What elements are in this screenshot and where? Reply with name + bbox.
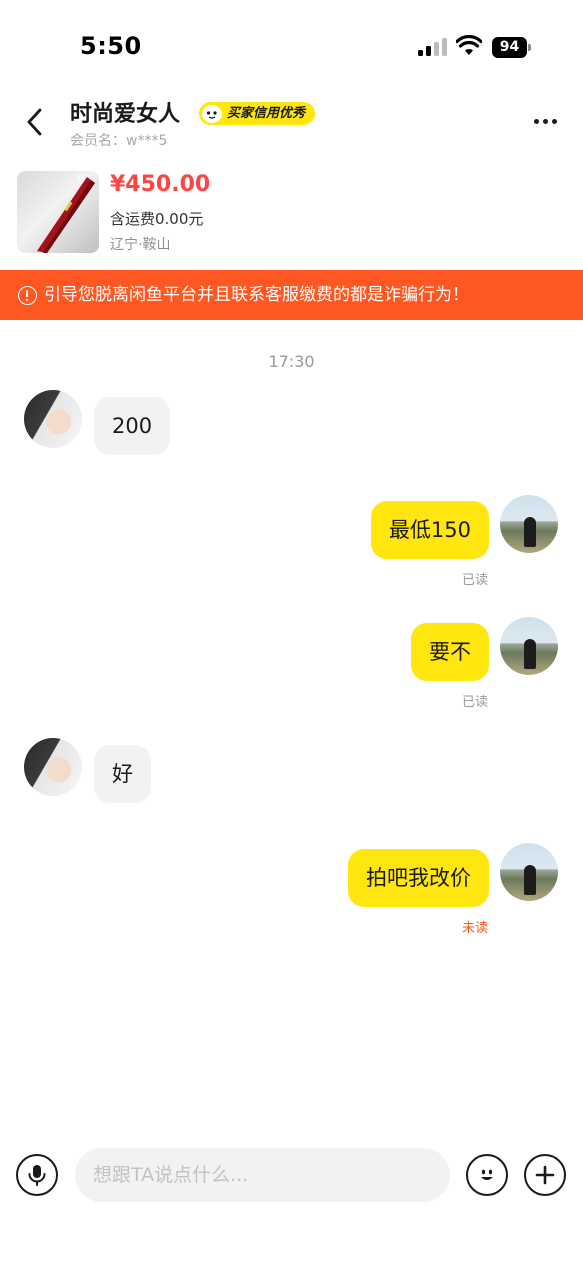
chat-header: 时尚爱女人 买家信用优秀 会员名：w***5 (0, 90, 583, 160)
credit-badge-label: 买家信用优秀 (227, 106, 306, 121)
battery-icon: 94 (492, 37, 532, 58)
product-thumbnail[interactable] (17, 171, 99, 253)
more-icon (533, 118, 557, 124)
avatar[interactable] (500, 843, 558, 901)
battery-level: 94 (492, 37, 527, 58)
mic-icon (28, 1165, 46, 1186)
product-price: ¥450.00 (110, 172, 211, 197)
avatar[interactable] (24, 390, 82, 448)
emoji-icon (481, 1169, 493, 1180)
avatar[interactable] (500, 617, 558, 675)
wifi-icon (455, 34, 483, 57)
more-actions-button[interactable] (524, 1154, 566, 1196)
avatar[interactable] (24, 738, 82, 796)
warning-icon (18, 285, 37, 305)
fraud-warning-banner: 引导您脱离闲鱼平台并且联系客服缴费的都是诈骗行为！ (0, 270, 583, 320)
message-bubble[interactable]: 要不 (411, 623, 489, 681)
message-bubble[interactable]: 200 (94, 397, 171, 455)
fraud-warning-text: 引导您脱离闲鱼平台并且联系客服缴费的都是诈骗行为！ (44, 285, 469, 305)
status-time: 5:50 (80, 32, 142, 60)
emoji-button[interactable] (466, 1154, 508, 1196)
signal-icon (418, 38, 448, 56)
product-card[interactable]: ¥450.00 含运费0.00元 辽宁·鞍山 (0, 168, 583, 264)
message-bubble[interactable]: 拍吧我改价 (348, 849, 489, 907)
back-arrow-icon (27, 108, 42, 136)
product-shipping: 含运费0.00元 (110, 210, 204, 228)
fish-icon (201, 103, 223, 124)
input-bar (0, 1140, 583, 1210)
credit-badge[interactable]: 买家信用优秀 (199, 102, 316, 125)
message-bubble[interactable]: 最低150 (370, 501, 489, 559)
status-bar: 5:50 94 (0, 0, 583, 90)
read-status: 已读 (461, 573, 488, 588)
plus-icon (535, 1165, 555, 1185)
voice-button[interactable] (16, 1154, 58, 1196)
contact-name[interactable]: 时尚爱女人 (70, 96, 180, 128)
chat-messages[interactable]: 17:30 200 最低150 已读 要不 已读 好 拍吧我改价 未读 (0, 320, 583, 1140)
avatar[interactable] (500, 495, 558, 553)
product-location: 辽宁·鞍山 (110, 237, 171, 253)
message-input[interactable] (75, 1148, 450, 1202)
member-name: 会员名：w***5 (70, 133, 168, 149)
read-status: 未读 (461, 921, 488, 936)
back-button[interactable] (18, 104, 52, 140)
more-button[interactable] (526, 106, 564, 136)
chat-timestamp: 17:30 (268, 352, 315, 371)
read-status: 已读 (461, 695, 488, 710)
message-bubble[interactable]: 好 (94, 745, 151, 803)
